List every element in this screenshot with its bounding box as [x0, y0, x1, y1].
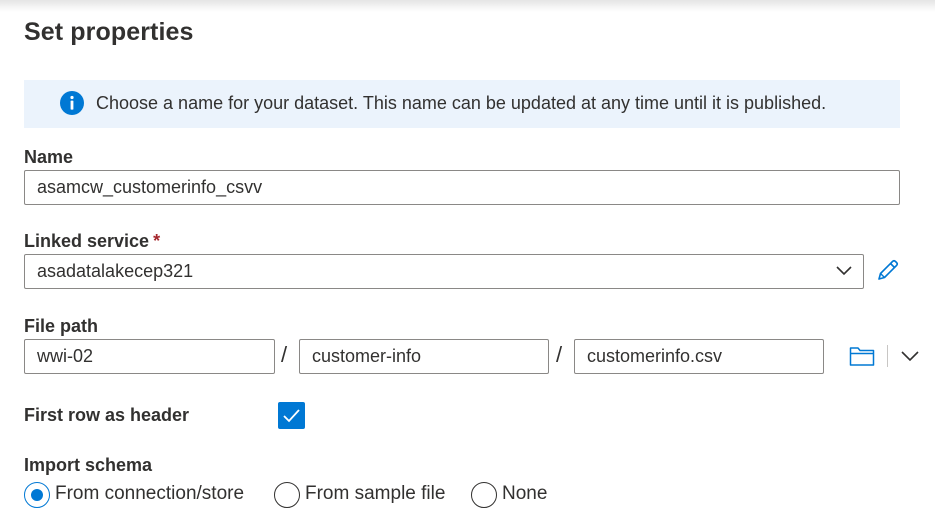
checkmark-icon: [283, 409, 300, 423]
chevron-down-icon: [836, 266, 852, 276]
pencil-icon[interactable]: [875, 257, 901, 283]
linked-service-dropdown[interactable]: asadatalakecep321: [24, 254, 864, 289]
file-path-file-value: customerinfo.csv: [587, 346, 723, 366]
radio-from-sample-file[interactable]: From sample file: [274, 482, 454, 508]
name-input-value: asamcw_customerinfo_csvv: [37, 177, 263, 197]
path-separator: /: [281, 342, 288, 367]
file-path-file-input[interactable]: customerinfo.csv: [574, 339, 824, 374]
linked-service-label: Linked service *: [24, 231, 160, 252]
linked-service-label-text: Linked service: [24, 231, 150, 251]
file-path-directory-input[interactable]: customer-info: [299, 339, 549, 374]
panel-title: Set properties: [24, 18, 194, 46]
file-path-container-value: wwi-02: [37, 346, 94, 366]
name-label: Name: [24, 147, 74, 167]
info-message-text: Choose a name for your dataset. This nam…: [96, 93, 827, 113]
file-path-container-input[interactable]: wwi-02: [24, 339, 275, 374]
radio-circle-checked[interactable]: [24, 482, 50, 508]
radio-circle[interactable]: [274, 482, 300, 508]
first-row-header-label: First row as header: [24, 405, 190, 425]
info-message-bar: Choose a name for your dataset. This nam…: [24, 80, 900, 128]
radio-label: From sample file: [305, 483, 446, 504]
name-input[interactable]: asamcw_customerinfo_csvv: [24, 170, 900, 205]
file-path-directory-value: customer-info: [312, 346, 422, 366]
first-row-header-checkbox[interactable]: [278, 402, 305, 429]
radio-label: From connection/store: [55, 483, 245, 504]
import-schema-label: Import schema: [24, 455, 153, 475]
linked-service-selected: asadatalakecep321: [37, 261, 194, 281]
chevron-down-icon[interactable]: [900, 349, 920, 363]
required-marker: *: [153, 231, 161, 251]
folder-icon[interactable]: [849, 345, 875, 367]
toolbar-separator: [887, 345, 888, 367]
path-separator: /: [556, 342, 563, 367]
radio-circle[interactable]: [471, 482, 497, 508]
top-shadow: [0, 0, 935, 12]
radio-none[interactable]: None: [471, 482, 561, 508]
file-path-label: File path: [24, 316, 99, 336]
radio-from-connection-store[interactable]: From connection/store: [24, 482, 254, 508]
info-icon: [60, 91, 84, 115]
radio-label: None: [502, 483, 548, 504]
